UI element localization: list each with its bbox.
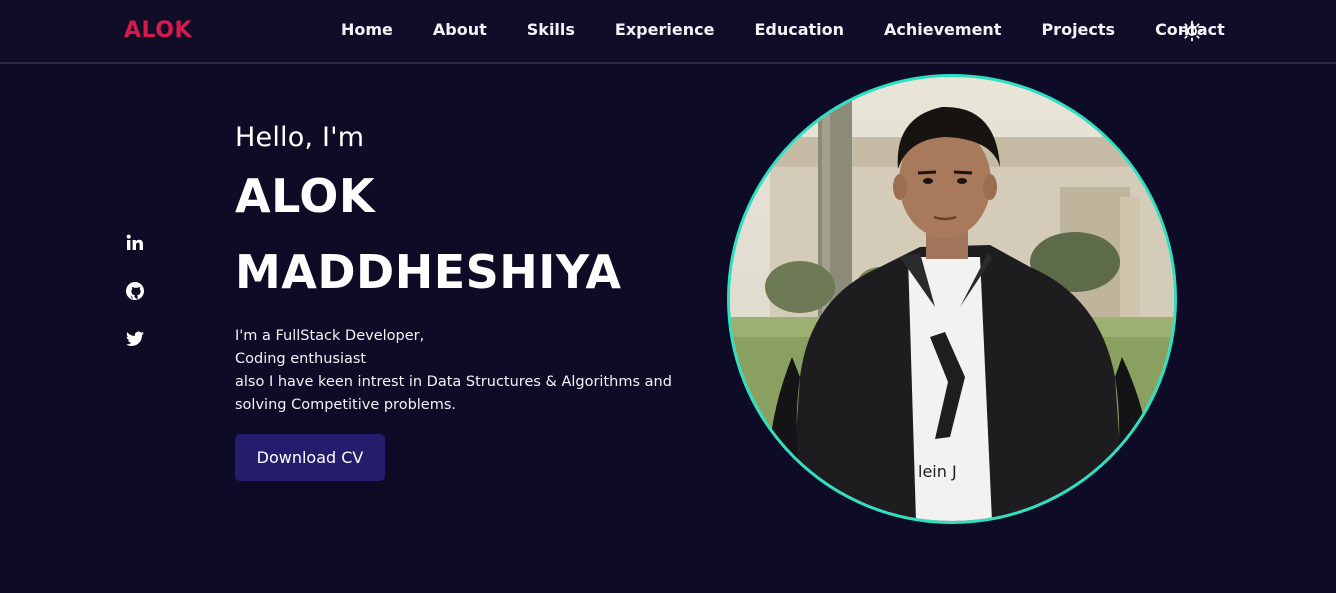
bio-line: Coding enthusiast (235, 351, 367, 367)
hero-section: Hello, I'm ALOK MADDHESHIYA I'm a FullSt… (235, 122, 715, 481)
github-icon (126, 282, 144, 300)
hero-first-name: ALOK (235, 169, 376, 223)
tshirt-print-text: lein J (918, 462, 957, 481)
theme-toggle-button[interactable] (1181, 20, 1203, 42)
nav-link-about[interactable]: About (413, 20, 507, 39)
nav-link-projects[interactable]: Projects (1021, 20, 1135, 39)
hero-bio: I'm a FullStack Developer, Coding enthus… (235, 325, 715, 417)
bio-line: I'm a FullStack Developer, (235, 328, 425, 344)
bio-line: also I have keen intrest in Data Structu… (235, 374, 672, 390)
linkedin-icon (126, 234, 143, 250)
hero-last-name: MADDHESHIYA (235, 245, 622, 299)
nav-link-achievement[interactable]: Achievement (864, 20, 1021, 39)
nav-link-skills[interactable]: Skills (507, 20, 595, 39)
social-links (124, 232, 146, 376)
profile-photo: lein J (727, 74, 1177, 524)
navbar: ALOK Home About Skills Experience Educat… (0, 0, 1336, 64)
bio-line: solving Competitive problems. (235, 397, 457, 413)
download-cv-button[interactable]: Download CV (235, 434, 385, 481)
linkedin-link[interactable] (124, 232, 146, 254)
github-link[interactable] (124, 280, 146, 302)
nav-link-education[interactable]: Education (734, 20, 864, 39)
site-logo[interactable]: ALOK (124, 18, 192, 43)
sun-icon (1181, 20, 1203, 42)
profile-photo-illustration: lein J (730, 77, 1174, 521)
nav-link-experience[interactable]: Experience (595, 20, 735, 39)
twitter-link[interactable] (124, 328, 146, 350)
twitter-icon (126, 331, 144, 347)
nav-links: Home About Skills Experience Education A… (321, 20, 1245, 39)
nav-link-home[interactable]: Home (321, 20, 413, 39)
hero-greeting: Hello, I'm (235, 122, 365, 153)
